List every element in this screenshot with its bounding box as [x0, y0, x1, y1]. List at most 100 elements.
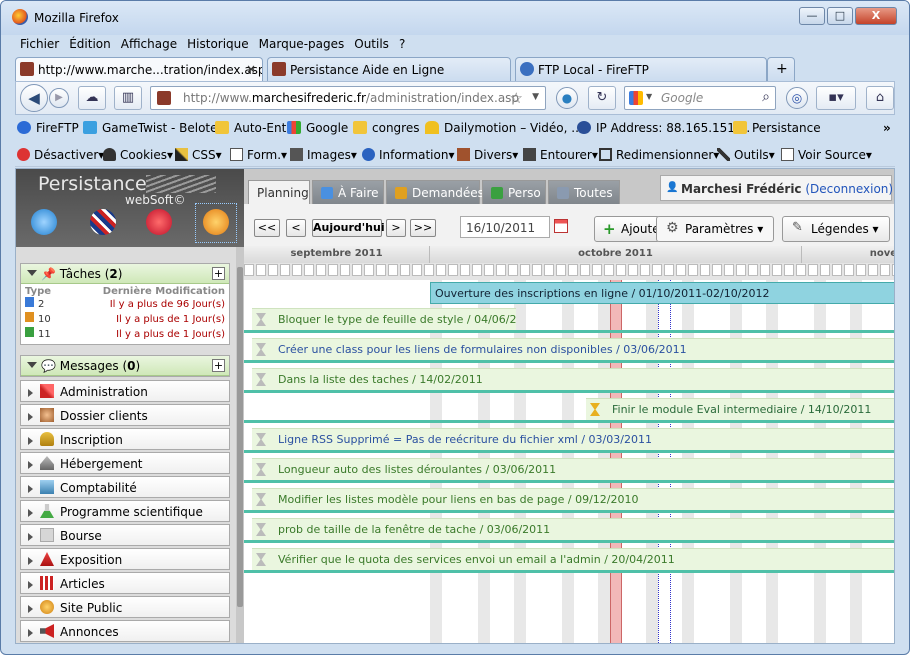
help-icon[interactable] — [31, 209, 57, 235]
english-flag-icon[interactable] — [90, 209, 116, 235]
sidebar-item-hebergement[interactable]: Hébergement — [20, 452, 230, 474]
tab-close-icon[interactable]: × — [246, 62, 256, 76]
wd-entourer[interactable]: Entourer▾ — [523, 148, 598, 162]
sidebar-item-administration[interactable]: Administration — [20, 380, 230, 402]
back-arrow-icon[interactable]: ◀ — [20, 84, 48, 112]
wd-voir-source[interactable]: Voir Source▾ — [781, 148, 872, 162]
date-input[interactable]: 16/10/2011 — [460, 216, 550, 238]
gantt-task[interactable]: Dans la liste des taches / 14/02/2011 — [252, 368, 894, 390]
tab-demandees[interactable]: Demandées — [386, 180, 484, 204]
today-button[interactable]: Aujourd'hui — [312, 219, 385, 237]
gantt-task[interactable]: Finir le module Eval intermediaire / 14/… — [586, 398, 894, 420]
stats-icon[interactable]: ▥ — [114, 86, 142, 110]
engine-dropdown-icon[interactable]: ▼ — [646, 92, 652, 101]
bookmark-gametwist[interactable]: GameTwist - Belote — [83, 121, 218, 135]
sidebar-item-comptabilite[interactable]: Comptabilité — [20, 476, 230, 498]
tab-fireftp[interactable]: FTP Local - FireFTP — [515, 57, 767, 81]
url-bar[interactable]: http://www.marchesifrederic.fr/administr… — [150, 86, 546, 110]
bookmark-ip-address[interactable]: IP Address: 88.165.151.... — [577, 121, 750, 135]
sidebar-scrollbar[interactable] — [236, 247, 244, 643]
bookmark-fireftp[interactable]: FireFTP — [17, 121, 79, 135]
next-button[interactable]: > — [386, 219, 406, 237]
wd-divers[interactable]: Divers▾ — [457, 148, 518, 162]
bookmark-auto-ent[interactable]: Auto-Ent — [215, 121, 286, 135]
menu-edition[interactable]: Édition — [64, 37, 116, 55]
sidebar-item-bourse[interactable]: Bourse — [20, 524, 230, 546]
sidebar-item-programme-scientifique[interactable]: Programme scientifique — [20, 500, 230, 522]
scrollbar-thumb[interactable] — [237, 267, 243, 607]
minimize-button[interactable]: — — [799, 7, 825, 25]
addon-menu-icon[interactable]: ▪▾ — [816, 86, 856, 110]
bookmark-google[interactable]: Google — [287, 121, 348, 135]
sidebar-item-exposition[interactable]: Exposition — [20, 548, 230, 570]
extension-icon[interactable]: ◎ — [786, 87, 808, 109]
gantt-task[interactable]: Créer une class pour les liens de formul… — [252, 338, 894, 360]
sidebar-item-inscription[interactable]: Inscription — [20, 428, 230, 450]
bookmarks-overflow-chevron[interactable]: » — [883, 121, 891, 135]
menu-marque-pages[interactable]: Marque-pages — [254, 37, 350, 55]
search-icon[interactable]: ⌕ — [762, 89, 770, 105]
gantt-task[interactable]: prob de taille de la fenêtre de tache / … — [252, 518, 894, 540]
bookmark-dailymotion[interactable]: Dailymotion – Vidéo, ... — [425, 121, 583, 135]
history-dropdown-icon[interactable]: ▼ — [532, 92, 539, 102]
tab-toutes[interactable]: Toutes — [548, 180, 620, 204]
sidebar-item-articles[interactable]: Articles — [20, 572, 230, 594]
table-row[interactable]: 10 Il y a plus de 1 Jour(s) — [25, 312, 225, 327]
tasks-panel-header[interactable]: 📌 Tâches (2) + — [21, 264, 229, 284]
tab-admin[interactable]: http://www.marche...tration/index.asp × — [15, 57, 263, 81]
search-input[interactable]: ▼ Google ⌕ — [624, 86, 776, 110]
menu-historique[interactable]: Historique — [182, 37, 254, 55]
first-page-button[interactable]: << — [254, 219, 280, 237]
previous-button[interactable]: < — [286, 219, 306, 237]
wd-redimensionner[interactable]: Redimensionner▾ — [599, 148, 719, 162]
last-page-button[interactable]: >> — [410, 219, 436, 237]
add-button[interactable]: + Ajouter — [594, 216, 660, 242]
wd-images[interactable]: Images▾ — [290, 148, 357, 162]
google-icon[interactable] — [629, 91, 643, 105]
gantt-task[interactable]: Bloquer le type de feuille de style / 04… — [252, 308, 516, 330]
gantt-task[interactable]: Modifier les listes modèle pour liens en… — [252, 488, 894, 510]
messages-panel-header[interactable]: 💬 Messages (0) + — [21, 356, 229, 376]
legend-button[interactable]: ✎ Légendes ▾ — [782, 216, 890, 242]
settings-button[interactable]: ⚙ Paramètres ▾ — [656, 216, 774, 242]
addon-icon[interactable]: ● — [556, 87, 578, 109]
reload-icon[interactable]: ↻ — [588, 86, 616, 110]
tab-perso[interactable]: Perso — [482, 180, 546, 204]
mascot-icon[interactable] — [146, 209, 172, 235]
tab-persistance-aide[interactable]: Persistance Aide en Ligne — [267, 57, 511, 81]
sidebar-item-site-public[interactable]: Site Public — [20, 596, 230, 618]
wd-desactiver[interactable]: Désactiver▾ — [17, 148, 104, 162]
forward-arrow-icon[interactable]: ▶ — [49, 88, 69, 108]
bookmark-persistance[interactable]: Persistance — [733, 121, 821, 135]
bookmark-star-icon[interactable]: ☆ — [510, 89, 523, 107]
calendar-icon[interactable] — [554, 219, 568, 233]
bookmark-congres[interactable]: congres — [353, 121, 419, 135]
gantt-task[interactable]: Vérifier que le quota des services envoi… — [252, 548, 894, 570]
gantt-task[interactable]: Ligne RSS Supprimé = Pas de reécriture d… — [252, 428, 894, 450]
menu-outils[interactable]: Outils — [349, 37, 394, 55]
tab-a-faire[interactable]: À Faire — [312, 180, 384, 204]
menu-help[interactable]: ? — [394, 37, 410, 55]
gantt-task[interactable]: Ouverture des inscriptions en ligne / 01… — [430, 282, 894, 304]
table-row[interactable]: 11 Il y a plus de 1 Jour(s) — [25, 327, 225, 342]
logout-link[interactable]: (Deconnexion) — [805, 182, 893, 196]
wd-css[interactable]: CSS▾ — [175, 148, 222, 162]
table-row[interactable]: 2 Il y a plus de 96 Jour(s) — [25, 297, 225, 312]
maximize-button[interactable]: □ — [827, 7, 853, 25]
tab-planning[interactable]: Planning — [248, 180, 310, 205]
sidebar-item-annonces[interactable]: Annonces — [20, 620, 230, 642]
menu-fichier[interactable]: Fichier — [15, 37, 64, 55]
wd-form[interactable]: Form.▾ — [230, 148, 287, 162]
add-message-button[interactable]: + — [212, 359, 225, 372]
wd-cookies[interactable]: Cookies▾ — [103, 148, 173, 162]
menu-affichage[interactable]: Affichage — [116, 37, 182, 55]
sync-icon[interactable]: ☁ — [78, 86, 106, 110]
gantt-task[interactable]: Longueur auto des listes déroulantes / 0… — [252, 458, 894, 480]
close-button[interactable]: X — [855, 7, 897, 25]
wd-information[interactable]: Information▾ — [362, 148, 455, 162]
add-task-button[interactable]: + — [212, 267, 225, 280]
sidebar-item-dossier-clients[interactable]: Dossier clients — [20, 404, 230, 426]
new-tab-button[interactable]: + — [767, 57, 795, 81]
wd-outils[interactable]: Outils▾ — [717, 148, 775, 162]
home-icon[interactable]: ⌂ — [866, 86, 894, 110]
